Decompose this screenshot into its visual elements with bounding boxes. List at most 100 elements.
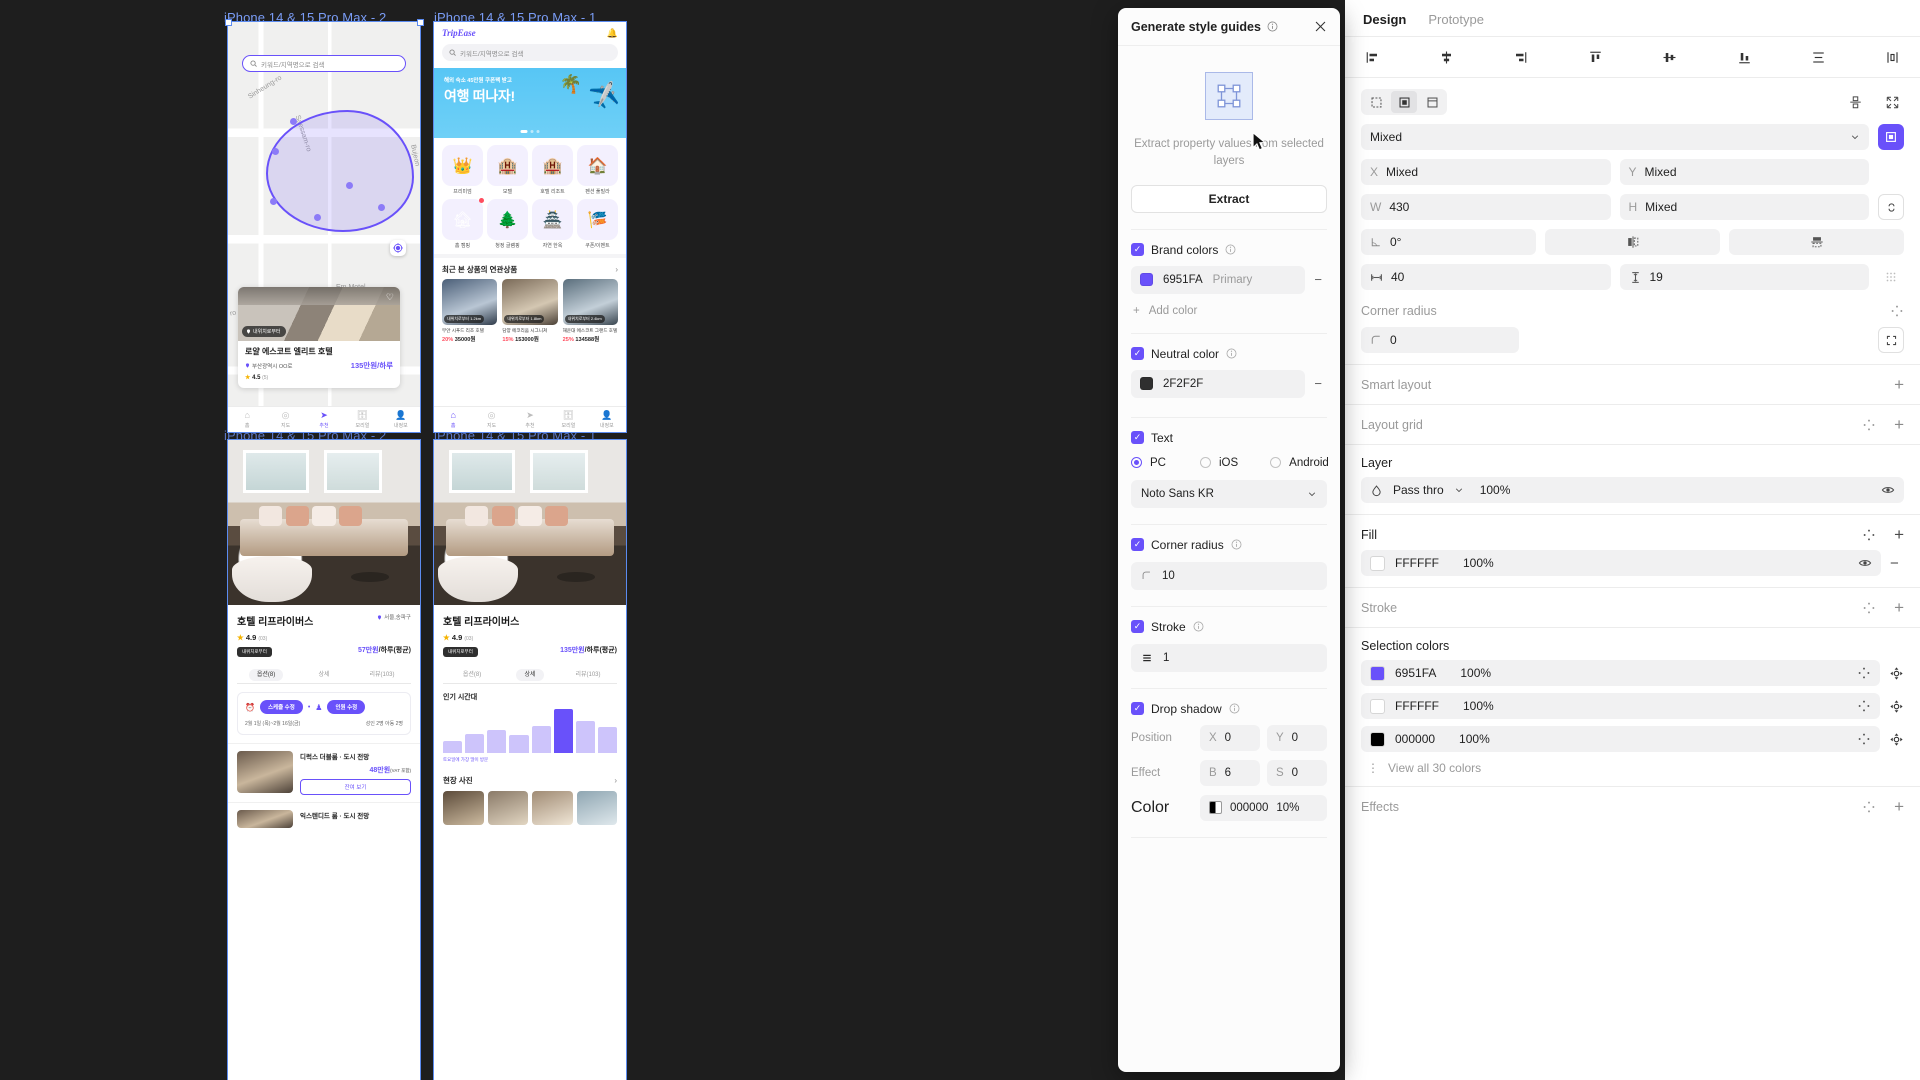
select-frame-icon[interactable] (1419, 91, 1445, 113)
selection-color-item[interactable]: FFFFFF 100% (1361, 693, 1880, 719)
width-input[interactable]: W 430 (1361, 194, 1611, 220)
segment-options[interactable]: 옵션(8) (237, 664, 295, 683)
aspect-ratio-lock-icon[interactable] (1878, 194, 1904, 220)
category-hanok[interactable]: 🏯 자연 한옥 (532, 199, 573, 249)
category-grid[interactable]: 👑 프리미엄 🏨 모텔 🏨 호텔 리조트 🏠 펜션 풀빌라 🏚 홈 캠핑 🌲 청정 글램핑 … (434, 138, 626, 254)
scatter-icon[interactable] (1857, 666, 1871, 680)
tab-bookings[interactable]: 🗄 모리얼 (549, 409, 587, 430)
info-icon[interactable] (1267, 21, 1278, 32)
shadow-blur-input[interactable]: B6 (1200, 759, 1260, 786)
close-icon[interactable] (1314, 20, 1327, 33)
horizontal-gap-input[interactable]: 40 (1361, 264, 1611, 290)
x-input[interactable]: X Mixed (1361, 159, 1611, 185)
schedule-buttons[interactable]: ⏰ 스케줄 수정 • ♟ 인원 수정 (245, 700, 403, 714)
constraint-select[interactable]: Mixed (1361, 124, 1869, 150)
segment-detail[interactable]: 상세 (295, 664, 353, 683)
plus-icon[interactable]: + (1894, 798, 1904, 815)
locate-button[interactable] (390, 240, 406, 256)
room-option-row[interactable]: 익스텐디드 룸 · 도시 전망 (228, 802, 420, 828)
absolute-position-button[interactable] (1878, 124, 1904, 150)
height-input[interactable]: H Mixed (1619, 194, 1869, 220)
tab-recommend[interactable]: ➤ 추천 (511, 409, 549, 430)
info-icon[interactable] (1231, 539, 1242, 550)
heart-icon[interactable]: ♡ (386, 292, 394, 303)
schedule-box[interactable]: ⏰ 스케줄 수정 • ♟ 인원 수정 2월 1일 (목)~2월 16일(금) 성… (237, 692, 411, 735)
eye-icon[interactable] (1858, 556, 1872, 570)
checkbox-checked-icon[interactable]: ✓ (1131, 702, 1144, 715)
tab-map[interactable]: ◎ 지도 (472, 409, 510, 430)
product-card[interactable]: 내위치로부터 2.4km 해운대 에스코트 그랜드 호텔 25% 134588원 (562, 278, 618, 343)
platform-radio-group[interactable]: PC iOS Android (1131, 457, 1329, 469)
scatter-icon[interactable] (1857, 699, 1871, 713)
select-fill-icon[interactable] (1391, 91, 1417, 113)
radio-ios[interactable] (1199, 457, 1211, 468)
map-hotel-card[interactable]: ♡ 내위치로부터 로얄 에스코트 엘리트 호텔 부산광역시 OO로 135만원/… (238, 287, 400, 388)
extract-button[interactable]: Extract (1131, 184, 1327, 213)
text-toggle[interactable]: ✓ Text (1131, 418, 1327, 445)
frame-detail-options[interactable]: 호텔 리프라이버스 서울,송파구 ★ 4.9 (03) 내위치로부터 57만원/… (227, 439, 421, 1080)
checkbox-checked-icon[interactable]: ✓ (1131, 538, 1144, 551)
checkbox-checked-icon[interactable]: ✓ (1131, 347, 1144, 360)
photo-thumb[interactable] (532, 791, 573, 825)
checkbox-checked-icon[interactable]: ✓ (1131, 243, 1144, 256)
brand-colors-toggle[interactable]: ✓ Brand colors (1131, 230, 1327, 257)
selection-color-item[interactable]: 6951FA 100% (1361, 660, 1880, 686)
bell-icon[interactable]: 🔔 (607, 28, 618, 39)
stroke-toggle[interactable]: ✓ Stroke (1131, 607, 1327, 634)
tab-home[interactable]: ⌂ 홈 (228, 409, 266, 430)
grid-dots-icon[interactable] (1878, 264, 1904, 290)
bottom-tab-bar[interactable]: ⌂ 홈 ◎ 지도 ➤ 추천 🗄 모리얼 👤 내정보 (228, 406, 420, 432)
shadow-color-input[interactable]: 000000 10% (1200, 794, 1327, 821)
category-hotel-resort[interactable]: 🏨 호텔 리조트 (532, 145, 573, 195)
room-detail-button[interactable]: 잔여 보기 (300, 779, 411, 795)
selection-color-item[interactable]: 000000 100% (1361, 726, 1880, 752)
align-top-icon[interactable] (1584, 46, 1606, 68)
photo-thumb[interactable] (443, 791, 484, 825)
color-swatch[interactable] (1140, 273, 1153, 286)
frame-detail-info[interactable]: 호텔 리프라이버스 ★ 4.9 (03) 내위치로부터 135만원/하루(평균)… (433, 439, 627, 1080)
scatter-icon[interactable] (1862, 601, 1876, 615)
remove-color-button[interactable]: − (1314, 272, 1322, 287)
y-input[interactable]: Y Mixed (1619, 159, 1869, 185)
room-option-row[interactable]: 디럭스 더블룸 · 도시 전망 더블침대 1개 👤x2 48만원(VAT 포함)… (228, 743, 420, 802)
independent-corners-icon[interactable] (1878, 327, 1904, 353)
corner-radius-input[interactable]: 10 (1131, 561, 1327, 590)
tab-prototype[interactable]: Prototype (1428, 12, 1484, 36)
tidy-up-icon[interactable] (1848, 95, 1863, 110)
color-swatch[interactable] (1140, 377, 1153, 390)
blend-mode-select[interactable]: Pass thro 100% (1361, 477, 1904, 503)
shadow-y-input[interactable]: Y0 (1267, 724, 1327, 751)
frame-home-screen[interactable]: TripEase 🔔 키워드/지역명으로 검색 해외 숙소 45만원 쿠폰팩 받… (433, 21, 627, 433)
shadow-spread-input[interactable]: S0 (1267, 759, 1327, 786)
font-select[interactable]: Noto Sans KR (1131, 479, 1327, 508)
product-card[interactable]: 내위치로부터 1.8km 담양 에코리움 시그니쳐 15% 153000원 (502, 278, 558, 343)
tab-design[interactable]: Design (1363, 12, 1406, 36)
category-glamping[interactable]: 🌲 청정 글램핑 (487, 199, 528, 249)
flip-vertical-button[interactable] (1729, 229, 1904, 255)
color-swatch[interactable] (1370, 731, 1385, 747)
eye-icon[interactable] (1881, 483, 1895, 497)
scatter-icon[interactable] (1862, 800, 1876, 814)
color-swatch[interactable] (1370, 555, 1385, 571)
carousel-dots[interactable] (520, 130, 540, 133)
vertical-gap-input[interactable]: 19 (1619, 264, 1869, 290)
plus-icon[interactable]: + (1894, 416, 1904, 433)
category-camping[interactable]: 🏚 홈 캠핑 (442, 198, 484, 249)
radio-pc[interactable] (1131, 457, 1142, 468)
segment-reviews[interactable]: 리뷰(103) (353, 664, 411, 683)
radio-android[interactable] (1270, 457, 1282, 468)
plugin-panel[interactable]: Generate style guides Extract property v… (1118, 8, 1340, 1072)
edit-schedule-button[interactable]: 스케줄 수정 (259, 700, 303, 714)
color-swatch[interactable] (1370, 665, 1385, 681)
photo-thumb[interactable] (487, 791, 528, 825)
brand-color-item[interactable]: 6951FA Primary − (1131, 265, 1322, 294)
selection-handle[interactable] (225, 19, 232, 26)
map-area-polygon[interactable] (266, 110, 414, 232)
home-search-input[interactable]: 키워드/지역명으로 검색 (442, 44, 618, 61)
selection-mode-segment[interactable] (1361, 89, 1447, 115)
select-same-icon[interactable] (1889, 732, 1904, 747)
category-motel[interactable]: 🏨 모텔 (487, 145, 528, 195)
view-all-colors-button[interactable]: ⋮ View all 30 colors (1361, 752, 1904, 775)
corner-radius-input[interactable]: 0 (1361, 327, 1519, 353)
scatter-icon[interactable] (1857, 732, 1871, 746)
